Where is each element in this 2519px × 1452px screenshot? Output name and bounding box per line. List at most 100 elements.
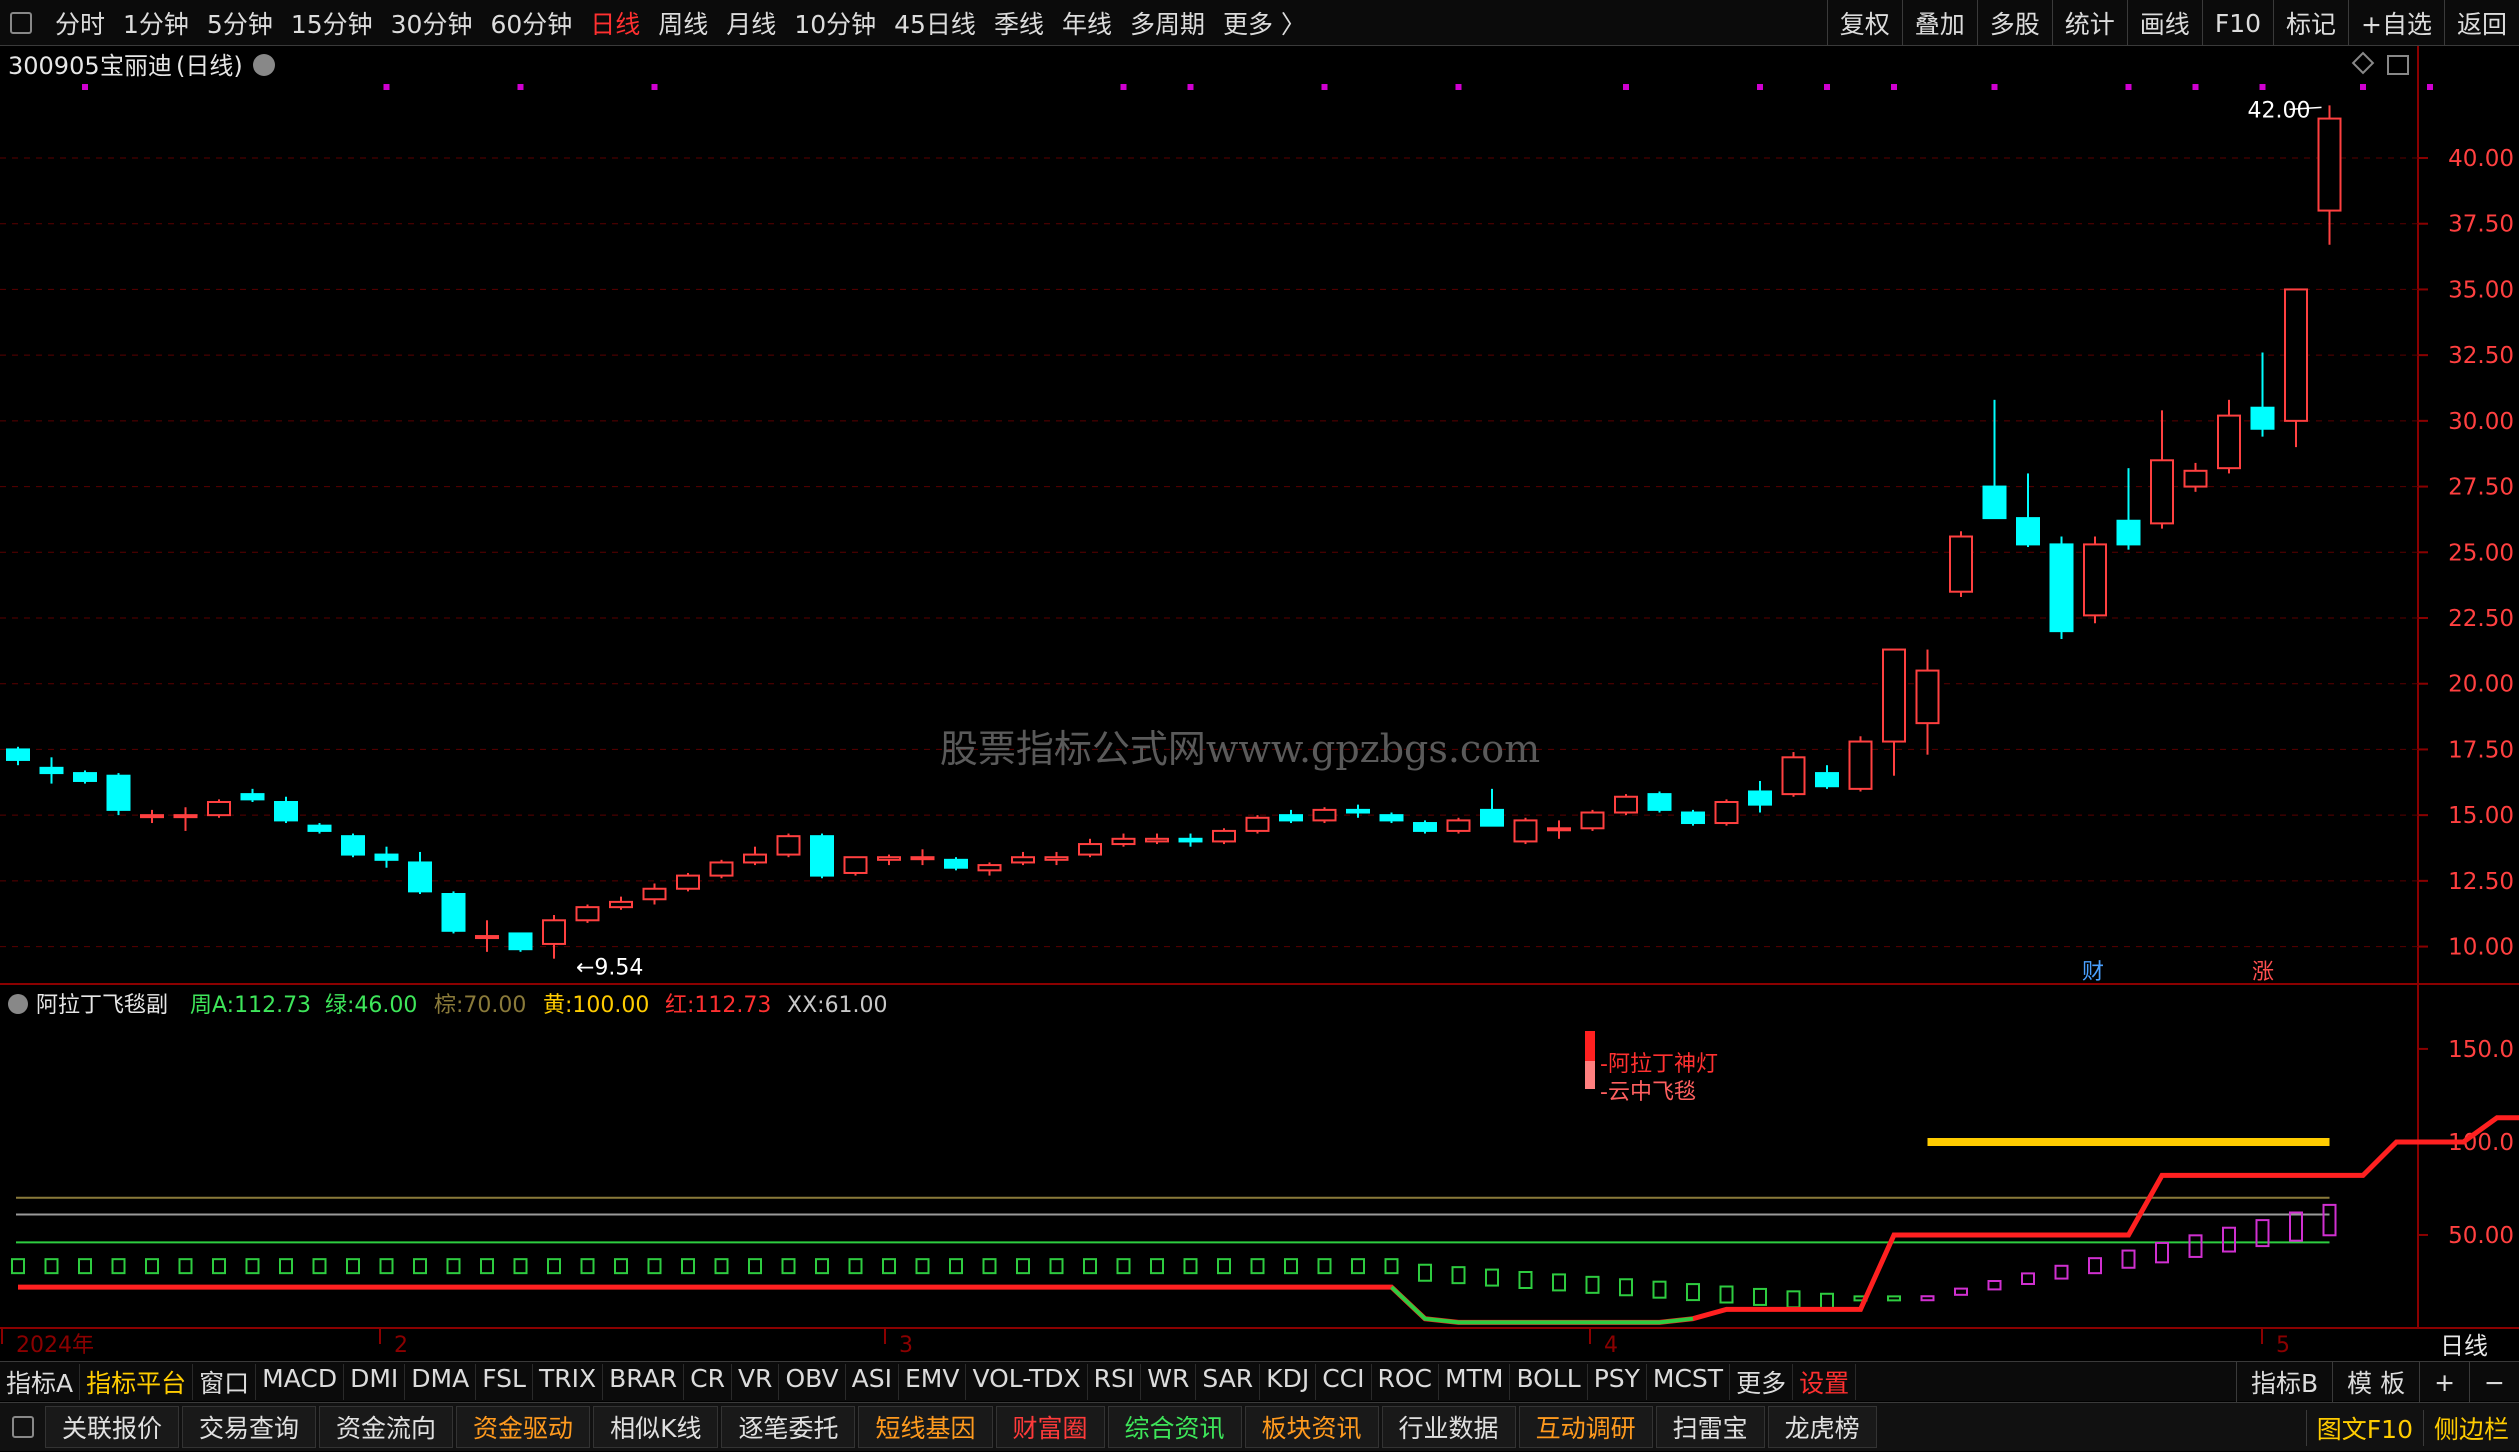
- indicator-right-button-2[interactable]: +: [2419, 1362, 2469, 1402]
- candle-body: [1245, 816, 1270, 832]
- diamond-icon[interactable]: [2351, 51, 2375, 75]
- candle-body: [1647, 793, 1672, 811]
- indicator-tab-0[interactable]: 指标A: [0, 1363, 81, 1400]
- indicator-tab-9[interactable]: CR: [684, 1363, 732, 1400]
- indicator-right-button-1[interactable]: 模 板: [2332, 1362, 2419, 1402]
- candle: [6, 746, 30, 766]
- indicator-value-label: 黄:: [543, 993, 572, 1018]
- function-button-4[interactable]: 相似K线: [593, 1406, 719, 1448]
- toolbar-button-8[interactable]: 返回: [2443, 0, 2519, 46]
- candle-body: [575, 906, 600, 922]
- period-tab-2[interactable]: 5分钟: [198, 5, 282, 41]
- function-right-button-0[interactable]: 图文F10: [2305, 1409, 2423, 1446]
- indicator-tab-4[interactable]: DMI: [344, 1363, 406, 1400]
- candle: [1714, 799, 1739, 826]
- candle: [106, 773, 131, 816]
- toolbar-button-6[interactable]: 标记: [2273, 0, 2348, 46]
- indicator-tab-10[interactable]: VR: [732, 1363, 780, 1400]
- indicator-tab-17[interactable]: SAR: [1196, 1363, 1261, 1400]
- function-button-11[interactable]: 互动调研: [1518, 1406, 1653, 1448]
- indicator-tab-19[interactable]: CCI: [1316, 1363, 1372, 1400]
- period-tab-13[interactable]: 多周期: [1121, 5, 1214, 41]
- period-tab-14[interactable]: 更多 〉: [1214, 5, 1315, 41]
- indicator-tab-7[interactable]: TRIX: [533, 1363, 604, 1400]
- function-button-5[interactable]: 逐笔委托: [721, 1406, 856, 1448]
- indicator-tab-23[interactable]: PSY: [1588, 1363, 1647, 1400]
- candle: [274, 796, 298, 824]
- indicator-tab-1[interactable]: 指标平台: [80, 1363, 194, 1400]
- period-tab-1[interactable]: 1分钟: [114, 5, 198, 41]
- indicator-tab-18[interactable]: KDJ: [1260, 1363, 1317, 1400]
- indicator-tab-3[interactable]: MACD: [256, 1363, 345, 1400]
- indicator-tab-20[interactable]: ROC: [1372, 1363, 1440, 1400]
- period-tab-7[interactable]: 周线: [649, 5, 717, 41]
- function-button-7[interactable]: 财富圈: [995, 1406, 1105, 1448]
- indicator-tab-15[interactable]: RSI: [1088, 1363, 1142, 1400]
- period-tab-4[interactable]: 30分钟: [382, 5, 482, 41]
- indicator-right-button-3[interactable]: −: [2469, 1362, 2519, 1402]
- candle: [341, 833, 365, 858]
- indicator-value: XX:61.00: [787, 993, 888, 1018]
- function-right-button-1[interactable]: 侧边栏: [2422, 1409, 2519, 1446]
- carpet-box: [379, 1258, 394, 1275]
- toolbar-button-2[interactable]: 多股: [1976, 0, 2052, 46]
- function-button-1[interactable]: 交易查询: [182, 1406, 317, 1448]
- chevron-down-icon[interactable]: [253, 54, 275, 76]
- indicator-tab-2[interactable]: 窗口: [193, 1363, 257, 1400]
- menu-icon[interactable]: [10, 11, 32, 34]
- signal-dot: [1757, 84, 1763, 90]
- panel-toggle-icon[interactable]: [2387, 55, 2409, 75]
- finance-badge[interactable]: 财: [2082, 960, 2104, 985]
- function-button-2[interactable]: 资金流向: [319, 1406, 454, 1448]
- period-tab-0[interactable]: 分时: [46, 5, 114, 41]
- function-button-3[interactable]: 资金驱动: [456, 1406, 591, 1448]
- indicator-tab-12[interactable]: ASI: [846, 1363, 899, 1400]
- function-button-9[interactable]: 板块资讯: [1244, 1406, 1379, 1448]
- axis-period-label[interactable]: 日线: [2440, 1332, 2488, 1360]
- indicator-tab-16[interactable]: WR: [1141, 1363, 1197, 1400]
- indicator-tab-13[interactable]: EMV: [899, 1363, 967, 1400]
- function-button-6[interactable]: 短线基因: [858, 1406, 993, 1448]
- price-axis-label: 25.00: [2448, 540, 2514, 566]
- period-tab-9[interactable]: 10分钟: [785, 5, 885, 41]
- toolbar-button-4[interactable]: 画线: [2126, 0, 2202, 46]
- indicator-tab-21[interactable]: MTM: [1439, 1363, 1511, 1400]
- indicator-tab-25[interactable]: 更多: [1730, 1363, 1794, 1400]
- period-tab-12[interactable]: 年线: [1053, 5, 1121, 41]
- function-button-10[interactable]: 行业数据: [1381, 1406, 1516, 1448]
- indicator-tab-22[interactable]: BOLL: [1510, 1363, 1588, 1400]
- function-menu-icon[interactable]: [12, 1416, 34, 1438]
- carpet-box: [480, 1258, 494, 1275]
- indicator-tab-11[interactable]: OBV: [779, 1363, 846, 1400]
- period-tab-11[interactable]: 季线: [985, 5, 1053, 41]
- period-tab-3[interactable]: 15分钟: [282, 5, 382, 41]
- candle: [73, 770, 97, 784]
- candle-body: [977, 864, 1002, 872]
- function-button-8[interactable]: 综合资讯: [1107, 1406, 1242, 1448]
- candle: [977, 862, 1002, 876]
- indicator-tab-8[interactable]: BRAR: [603, 1363, 685, 1400]
- indicator-tab-5[interactable]: DMA: [405, 1363, 477, 1400]
- toolbar-button-3[interactable]: 统计: [2051, 0, 2127, 46]
- toolbar-button-0[interactable]: 复权: [1826, 0, 1902, 46]
- rise-badge[interactable]: 涨: [2252, 960, 2274, 985]
- period-tab-6[interactable]: 日线: [581, 5, 649, 41]
- indicator-tab-6[interactable]: FSL: [476, 1363, 533, 1400]
- toolbar-button-1[interactable]: 叠加: [1901, 0, 1977, 46]
- candle: [374, 846, 399, 868]
- indicator-tab-14[interactable]: VOL-TDX: [966, 1363, 1088, 1400]
- indicator-tab-24[interactable]: MCST: [1647, 1363, 1731, 1400]
- indicator-right-button-0[interactable]: 指标B: [2235, 1362, 2332, 1402]
- candle: [1011, 851, 1035, 866]
- toolbar-button-7[interactable]: +自选: [2348, 0, 2444, 46]
- indicator-menu-icon[interactable]: [8, 994, 28, 1014]
- candle: [140, 809, 164, 824]
- function-button-0[interactable]: 关联报价: [45, 1406, 180, 1448]
- period-tab-10[interactable]: 45日线: [885, 5, 985, 41]
- function-button-12[interactable]: 扫雷宝: [1655, 1406, 1765, 1448]
- toolbar-button-5[interactable]: F10: [2201, 0, 2273, 46]
- period-tab-8[interactable]: 月线: [717, 5, 785, 41]
- indicator-tab-26[interactable]: 设置: [1793, 1363, 1857, 1400]
- function-button-13[interactable]: 龙虎榜: [1767, 1406, 1877, 1448]
- period-tab-5[interactable]: 60分钟: [481, 5, 581, 41]
